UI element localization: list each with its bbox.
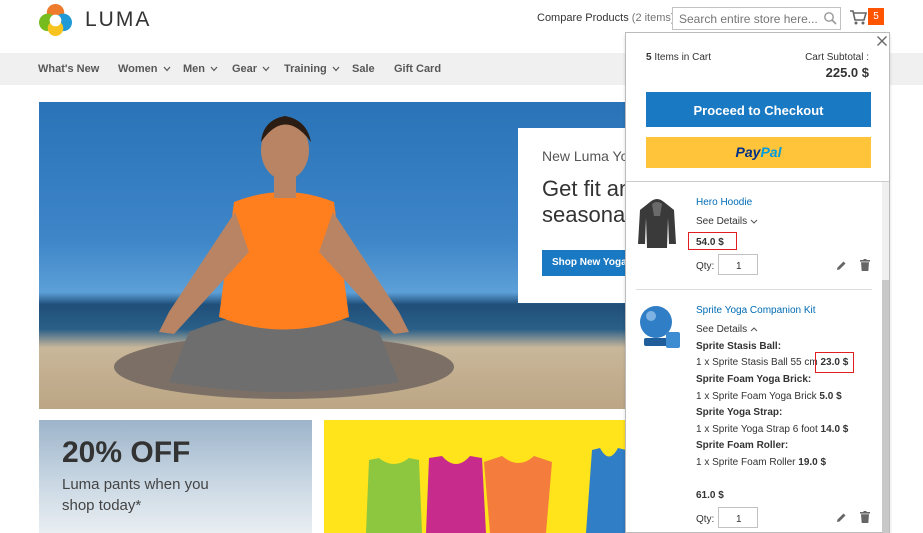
minicart-items-list[interactable]: Hero Hoodie See Details 54.0 $ Qty: 1 Sp… [626,181,889,533]
chevron-down-icon [163,66,170,72]
compare-count: (2 items) [631,12,675,24]
hero-kicker: New Luma Yoga Collection [542,148,626,164]
qty-label: Qty: [696,514,715,525]
chevron-down-icon [262,66,270,72]
highlight-box [688,232,737,250]
chevron-down-icon [750,219,758,224]
nav-item-whats-new[interactable]: What's New [38,63,99,75]
item-divider [636,289,872,290]
option-title: Sprite Foam Roller: [696,440,789,451]
chevron-down-icon [332,66,340,72]
hero-title-line: Get fit and look fab in new [542,176,626,201]
option-title: Sprite Yoga Strap: [696,407,783,418]
nav-item-women[interactable]: Women [118,63,171,75]
page: LUMA Compare Products (2 items) 5 What's… [0,0,923,533]
option-title: Sprite Foam Yoga Brick: [696,374,812,385]
nav-label: Men [183,63,205,75]
promo-pants-banner[interactable]: 20% OFF Luma pants when you shop today* [39,420,312,533]
hero-banner[interactable]: New Luma Yoga Collection Get fit and loo… [39,102,626,409]
luma-logo-icon [39,3,72,36]
cart-items-label: Items in Cart [654,52,712,63]
highlight-box [815,352,854,373]
nav-item-sale[interactable]: Sale [352,63,375,75]
edit-icon[interactable] [836,260,847,271]
nav-label: Sale [352,63,375,75]
cart-items-count: 5 Items in Cart [646,52,711,63]
cart-subtotal-label: Cart Subtotal : [805,52,869,63]
promo-text: Luma pants when you shop today* [62,476,209,514]
search-icon[interactable] [823,11,837,25]
qty-label: Qty: [696,261,715,272]
qty-input[interactable] [718,254,758,275]
nav-label: Training [284,63,327,75]
cart-icon[interactable] [849,9,867,25]
logo-text: LUMA [85,7,152,31]
sprite-yoga-kit-image[interactable] [636,304,684,352]
cart-item-price: 61.0 $ [696,490,724,501]
promo-tees-banner[interactable] [324,420,626,533]
compare-label[interactable]: Compare Products [537,12,629,24]
nav-item-men[interactable]: Men [183,63,218,75]
nav-label: What's New [38,63,100,75]
edit-icon[interactable] [836,512,847,523]
option-text: 1 x Sprite Foam Yoga Brick [696,391,817,402]
option-price: 19.0 $ [798,457,827,468]
option-text: 1 x Sprite Foam Roller [696,457,796,468]
qty-input[interactable] [718,507,758,528]
option-text: 1 x Sprite Stasis Ball 55 cm [696,357,818,368]
cart-count-badge[interactable]: 5 [868,8,884,25]
cart-items-number: 5 [646,52,652,63]
promo-discount: 20% OFF [62,436,191,469]
option-value: 1 x Sprite Yoga Strap 6 foot 14.0 $ [696,424,848,435]
nav-label: Women [118,63,158,75]
hero-promo-card: New Luma Yoga Collection Get fit and loo… [518,128,626,303]
nav-label: Gift Card [394,63,442,75]
hero-title: Get fit and look fab in new seasonal sty… [542,176,626,228]
cart-item-name[interactable]: Sprite Yoga Companion Kit [696,305,816,316]
nav-item-training[interactable]: Training [284,63,340,75]
paypal-pal-text: Pal [760,144,782,160]
paypal-button[interactable]: PayPal [646,137,871,168]
option-value: 1 x Sprite Foam Roller 19.0 $ [696,457,826,468]
trash-icon[interactable] [860,259,870,271]
cart-item-name[interactable]: Hero Hoodie [696,197,752,208]
proceed-to-checkout-button[interactable]: Proceed to Checkout [646,92,871,127]
see-details-label: See Details [696,216,748,227]
chevron-down-icon [210,66,218,72]
option-price: 5.0 $ [819,391,842,402]
trash-icon[interactable] [860,511,870,523]
chevron-up-icon [750,327,758,332]
option-price: 14.0 $ [820,424,849,435]
option-value: 1 x Sprite Foam Yoga Brick 5.0 $ [696,391,842,402]
nav-item-gear[interactable]: Gear [232,63,270,75]
hero-title-line: seasonal styles [542,202,626,227]
scrollbar-thumb[interactable] [882,280,889,533]
see-details-label: See Details [696,324,748,335]
shop-new-yoga-button[interactable]: Shop New Yoga [542,250,626,276]
option-title: Sprite Stasis Ball: [696,341,782,352]
cart-subtotal-value: 225.0 $ [825,65,869,80]
compare-products-link[interactable]: Compare Products (2 items) [537,12,675,24]
paypal-pay-text: Pay [735,144,761,160]
nav-item-gift-card[interactable]: Gift Card [394,63,441,75]
close-icon[interactable] [876,35,888,47]
tank-tops-illustration [366,448,626,533]
nav-label: Gear [232,63,258,75]
see-details-toggle[interactable]: See Details [696,324,758,335]
luma-logo[interactable]: LUMA [38,3,151,36]
hero-hoodie-image[interactable] [636,196,678,250]
option-text: 1 x Sprite Yoga Strap 6 foot [696,424,818,435]
minicart-scrollbar[interactable] [882,182,889,533]
search-input[interactable] [672,7,841,30]
minicart-dropdown: 5 Items in Cart Cart Subtotal : 225.0 $ … [625,32,890,533]
see-details-toggle[interactable]: See Details [696,216,758,227]
